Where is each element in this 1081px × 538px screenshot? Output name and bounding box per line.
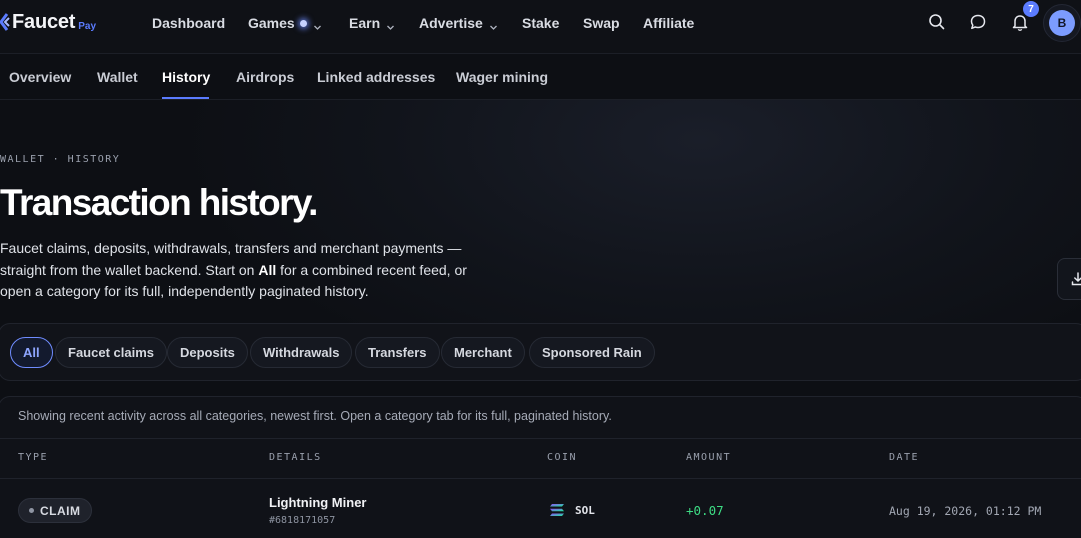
nav-advertise[interactable]: Advertise	[419, 14, 498, 32]
nav-earn-label: Earn	[349, 15, 381, 31]
row-coin: SOL	[575, 504, 595, 517]
top-navbar: Faucet Pay Dashboard Games Earn Advertis…	[0, 0, 1081, 54]
nav-affiliate-label: Affiliate	[643, 15, 695, 31]
page-title: Transaction history.	[0, 182, 318, 223]
export-button[interactable]	[1057, 258, 1081, 300]
nav-swap-label: Swap	[583, 15, 620, 31]
nav-stake[interactable]: Stake	[522, 14, 559, 32]
chevron-down-icon	[313, 19, 322, 30]
tab-wager-mining[interactable]: Wager mining	[456, 69, 548, 85]
wallet-subtabs: Overview Wallet History Airdrops Linked …	[0, 54, 1081, 100]
active-tab-indicator	[162, 97, 209, 99]
nav-games-label: Games	[248, 15, 295, 31]
chat-icon[interactable]	[968, 12, 988, 32]
row-detail-id: #6818171057	[269, 515, 336, 526]
nav-dashboard-label: Dashboard	[152, 15, 226, 31]
filter-deposits[interactable]: Deposits	[167, 337, 248, 368]
filter-faucet-claims[interactable]: Faucet claims	[55, 337, 167, 368]
nav-earn[interactable]: Earn	[349, 14, 395, 32]
row-detail-title: Lightning Miner	[269, 495, 367, 510]
type-label: CLAIM	[40, 503, 81, 518]
download-icon	[1071, 272, 1081, 286]
column-header-date: DATE	[889, 452, 920, 463]
nav-dashboard[interactable]: Dashboard	[152, 14, 225, 32]
faucet-logo-icon	[0, 13, 10, 31]
divider	[0, 478, 1081, 479]
search-icon[interactable]	[927, 12, 947, 32]
page-description: Faucet claims, deposits, withdrawals, tr…	[0, 238, 500, 303]
tab-wallet[interactable]: Wallet	[97, 69, 138, 85]
tab-overview[interactable]: Overview	[9, 69, 71, 85]
brand-suffix: Pay	[78, 20, 97, 32]
divider	[0, 438, 1081, 439]
solana-icon	[549, 503, 565, 517]
chevron-down-icon	[386, 19, 395, 30]
nav-affiliate[interactable]: Affiliate	[643, 14, 694, 32]
row-amount: +0.07	[686, 503, 724, 518]
nav-stake-label: Stake	[522, 15, 560, 31]
live-indicator-icon	[299, 19, 307, 27]
tab-airdrops[interactable]: Airdrops	[236, 69, 294, 85]
nav-advertise-label: Advertise	[419, 15, 483, 31]
nav-games[interactable]: Games	[248, 14, 322, 32]
filter-merchant[interactable]: Merchant	[441, 337, 525, 368]
avatar[interactable]: B	[1049, 10, 1075, 36]
breadcrumb: WALLET · HISTORY	[0, 154, 121, 165]
nav-swap[interactable]: Swap	[583, 14, 620, 32]
brand-name: Faucet	[12, 10, 76, 33]
filter-transfers[interactable]: Transfers	[355, 337, 440, 368]
type-badge: CLAIM	[18, 498, 92, 523]
filter-withdrawals[interactable]: Withdrawals	[250, 337, 353, 368]
column-header-type: TYPE	[18, 452, 49, 463]
brand-logo[interactable]: Faucet Pay	[0, 9, 96, 35]
tab-linked-addresses[interactable]: Linked addresses	[317, 69, 435, 85]
desc-bold-all: All	[258, 261, 277, 278]
tab-history[interactable]: History	[162, 69, 210, 85]
table-notice: Showing recent activity across all categ…	[18, 409, 612, 423]
status-dot-icon	[29, 508, 34, 513]
column-header-details: DETAILS	[269, 452, 322, 463]
row-date: Aug 19, 2026, 01:12 PM	[889, 504, 1042, 518]
filter-sponsored-rain[interactable]: Sponsored Rain	[529, 337, 655, 368]
chevron-down-icon	[489, 19, 498, 30]
column-header-amount: AMOUNT	[686, 452, 732, 463]
filter-all[interactable]: All	[10, 337, 53, 368]
notification-count-badge: 7	[1023, 1, 1039, 17]
column-header-coin: COIN	[547, 452, 578, 463]
